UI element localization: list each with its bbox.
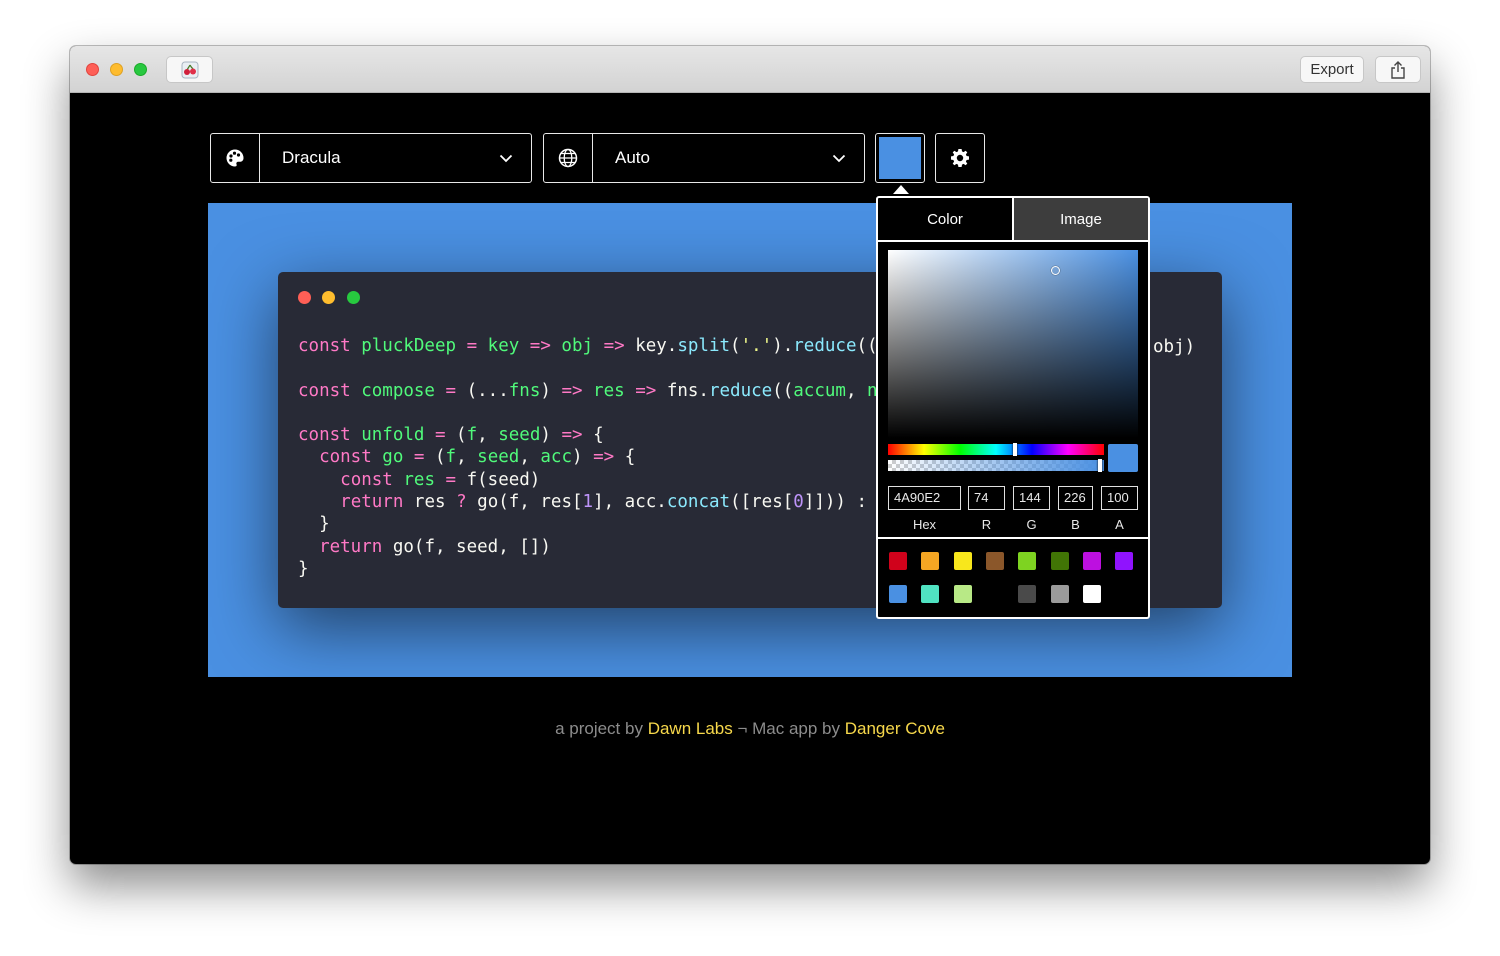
footer-middle: ¬ Mac app by: [732, 719, 845, 738]
color-swatch[interactable]: [889, 552, 907, 570]
palette-icon-container: [211, 134, 260, 182]
color-swatch[interactable]: [1018, 552, 1037, 570]
color-swatch[interactable]: [889, 585, 907, 603]
saturation-value-area[interactable]: [888, 250, 1138, 438]
palette-icon: [226, 149, 244, 167]
picker-tabs: Color Image: [878, 198, 1148, 242]
alpha-slider[interactable]: [888, 459, 1104, 472]
cherry-icon: [181, 61, 198, 78]
zoom-window-button[interactable]: [134, 63, 147, 76]
code-line: const pluckDeep = key => obj => key.spli…: [298, 336, 888, 356]
color-swatch[interactable]: [1115, 552, 1134, 570]
code-line: const res = f(seed): [340, 469, 541, 490]
code-line: }: [298, 514, 330, 535]
code-line: const compose = (...fns) => res => fns.r…: [298, 380, 888, 401]
color-swatch[interactable]: [953, 585, 972, 603]
share-icon: [1391, 60, 1405, 79]
picker-arrow: [893, 185, 909, 194]
blue-label: B: [1071, 517, 1080, 532]
code-line: return res ? go(f, res[1], acc.concat([r…: [340, 492, 889, 513]
app-window: Export Dracula Auto const pluckDeep = ke…: [70, 46, 1430, 864]
theme-dropdown[interactable]: Dracula: [210, 133, 532, 183]
hue-slider[interactable]: [888, 443, 1104, 456]
close-window-button[interactable]: [86, 63, 99, 76]
green-input[interactable]: 144: [1013, 486, 1050, 510]
color-swatch[interactable]: [921, 552, 940, 570]
color-swatch[interactable]: [953, 552, 972, 570]
dawn-labs-link[interactable]: Dawn Labs: [648, 719, 733, 738]
app-icon-button[interactable]: [166, 56, 213, 83]
hex-input[interactable]: 4A90E2: [888, 486, 961, 510]
green-label: G: [1026, 517, 1037, 532]
color-swatch[interactable]: [1082, 585, 1101, 603]
chevron-down-icon: [499, 154, 513, 162]
theme-value: Dracula: [282, 148, 341, 167]
current-color-preview: [1108, 444, 1138, 472]
code-line: const unfold = (f, seed) => {: [298, 425, 604, 446]
color-swatch[interactable]: [985, 552, 1004, 570]
chevron-down-icon: [832, 154, 846, 162]
color-swatch[interactable]: [985, 585, 1004, 603]
alpha-label: A: [1115, 517, 1124, 532]
editor-red-dot: [298, 291, 311, 304]
tab-color[interactable]: Color: [878, 198, 1012, 240]
blue-input[interactable]: 226: [1058, 486, 1093, 510]
gear-icon: [951, 149, 969, 167]
editor-green-dot: [347, 291, 360, 304]
picker-divider: [878, 537, 1148, 539]
color-picker-popover: Color Image 4A90E2 74 144 226 100 Hex R …: [876, 196, 1150, 619]
footer-prefix: a project by: [555, 719, 648, 738]
background-color-button[interactable]: [875, 133, 925, 183]
red-label: R: [981, 517, 992, 532]
title-bar: Export: [70, 46, 1430, 93]
language-value: Auto: [615, 148, 650, 167]
color-swatch[interactable]: [1082, 552, 1101, 570]
code-line: }: [298, 558, 309, 579]
alpha-input[interactable]: 100: [1101, 486, 1138, 510]
globe-icon-container: [544, 134, 593, 182]
footer: a project by Dawn Labs ¬ Mac app by Dang…: [70, 719, 1430, 739]
color-swatch[interactable]: [921, 585, 940, 603]
export-button[interactable]: Export: [1300, 56, 1364, 83]
settings-button[interactable]: [935, 133, 985, 183]
minimize-window-button[interactable]: [110, 63, 123, 76]
code-text[interactable]: const pluckDeep = key => obj => key.spli…: [298, 335, 888, 580]
code-overflow-text: obj): [1153, 337, 1196, 357]
code-line: return go(f, seed, []): [319, 536, 551, 557]
saturation-thumb[interactable]: [1051, 266, 1060, 275]
red-input[interactable]: 74: [968, 486, 1005, 510]
alpha-thumb[interactable]: [1098, 459, 1102, 472]
background-color-preview: [879, 137, 921, 179]
share-button[interactable]: [1375, 56, 1421, 83]
code-line: const go = (f, seed, acc) => {: [319, 447, 636, 468]
language-dropdown[interactable]: Auto: [543, 133, 865, 183]
hue-thumb[interactable]: [1013, 443, 1017, 456]
danger-cove-link[interactable]: Danger Cove: [845, 719, 945, 738]
globe-icon: [558, 148, 578, 168]
color-swatch[interactable]: [1050, 585, 1069, 603]
color-swatch[interactable]: [1050, 552, 1069, 570]
color-swatch[interactable]: [1018, 585, 1037, 603]
editor-yellow-dot: [322, 291, 335, 304]
tab-image[interactable]: Image: [1012, 198, 1148, 240]
hex-label: Hex: [912, 517, 937, 532]
